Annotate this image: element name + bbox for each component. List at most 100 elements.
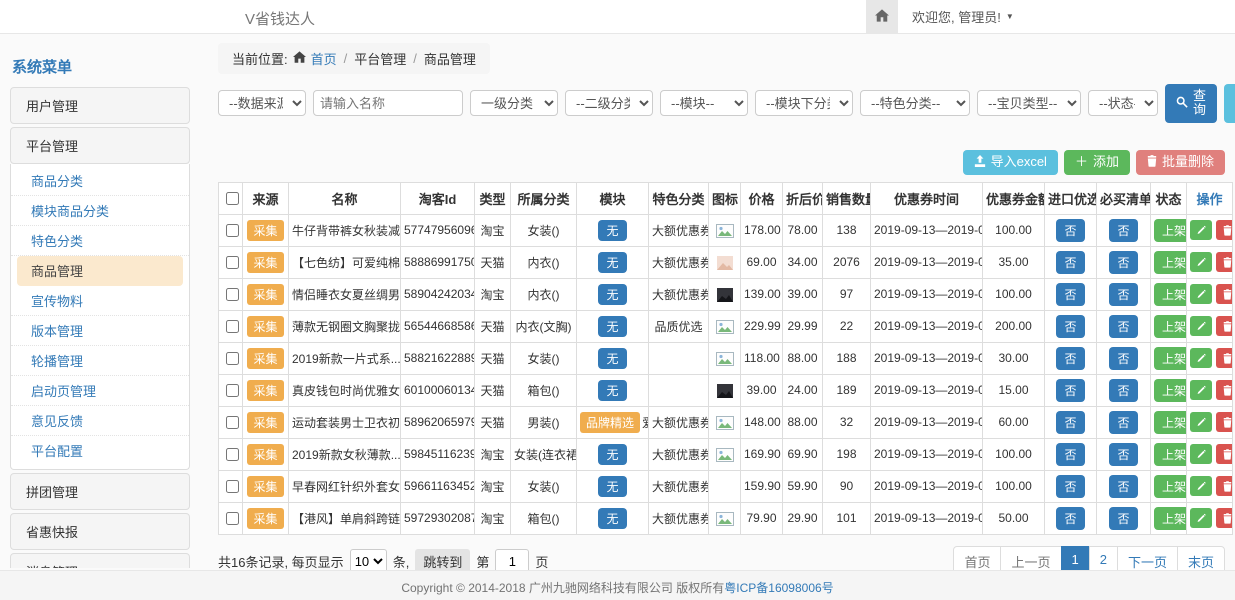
- category: 内衣(): [511, 278, 577, 310]
- must-buy-toggle[interactable]: 否: [1109, 219, 1137, 242]
- must-buy-toggle[interactable]: 否: [1109, 507, 1137, 530]
- edit-button[interactable]: [1190, 348, 1212, 368]
- filter-select-module[interactable]: --模块--: [660, 90, 748, 116]
- delete-button[interactable]: [1216, 380, 1233, 400]
- must-buy-toggle[interactable]: 否: [1109, 379, 1137, 402]
- status-toggle[interactable]: 上架: [1154, 219, 1187, 242]
- filter-select-feature-category[interactable]: --特色分类--: [860, 90, 970, 116]
- taoke-id: 601000601341: [401, 374, 475, 406]
- copyright-text: Copyright © 2014-2018 广州九驰网络科技有限公司 版权所有: [401, 581, 724, 595]
- filter-select-category-level2[interactable]: --二级分类--: [565, 90, 653, 116]
- status-toggle[interactable]: 上架: [1154, 315, 1187, 338]
- delete-button[interactable]: [1216, 444, 1233, 464]
- sidebar-item[interactable]: 特色分类: [11, 226, 189, 256]
- breadcrumb-home-link[interactable]: 首页: [311, 49, 337, 68]
- sidebar-item[interactable]: 平台配置: [11, 436, 189, 465]
- edit-button[interactable]: [1190, 220, 1212, 240]
- sidebar-group-header[interactable]: 用户管理: [10, 87, 190, 124]
- row-checkbox[interactable]: [226, 416, 239, 429]
- edit-button[interactable]: [1190, 508, 1212, 528]
- imported-toggle[interactable]: 否: [1056, 507, 1084, 530]
- status-toggle[interactable]: 上架: [1154, 347, 1187, 370]
- edit-button[interactable]: [1190, 284, 1212, 304]
- search-button[interactable]: 查询: [1165, 84, 1217, 123]
- filter-select-item-type[interactable]: --宝贝类型--: [977, 90, 1081, 116]
- sidebar-item[interactable]: 商品分类: [11, 166, 189, 196]
- select-all-checkbox[interactable]: [226, 192, 239, 205]
- row-checkbox[interactable]: [226, 480, 239, 493]
- batch-delete-button[interactable]: 批量删除: [1136, 150, 1225, 175]
- user-menu[interactable]: 欢迎您, 管理员! ▼: [898, 0, 1028, 33]
- delete-button[interactable]: [1216, 220, 1233, 240]
- shop-type: 淘宝: [475, 470, 511, 502]
- filter-input-name[interactable]: [313, 90, 463, 116]
- row-checkbox[interactable]: [226, 320, 239, 333]
- imported-toggle[interactable]: 否: [1056, 251, 1084, 274]
- status-toggle[interactable]: 上架: [1154, 283, 1187, 306]
- import-excel-button[interactable]: 导入excel: [963, 150, 1058, 175]
- imported-toggle[interactable]: 否: [1056, 347, 1084, 370]
- sidebar-item[interactable]: 版本管理: [11, 316, 189, 346]
- filter-select-data-source[interactable]: --数据来源--: [218, 90, 306, 116]
- must-buy-toggle[interactable]: 否: [1109, 251, 1137, 274]
- imported-toggle[interactable]: 否: [1056, 443, 1084, 466]
- edit-button[interactable]: [1190, 412, 1212, 432]
- sidebar-item[interactable]: 模块商品分类: [11, 196, 189, 226]
- edit-button[interactable]: [1190, 316, 1212, 336]
- delete-button[interactable]: [1216, 412, 1233, 432]
- row-checkbox[interactable]: [226, 352, 239, 365]
- sidebar-item[interactable]: 轮播管理: [11, 346, 189, 376]
- discount-price: 88.00: [783, 342, 823, 374]
- reset-button[interactable]: 重置: [1224, 84, 1235, 123]
- must-buy-toggle[interactable]: 否: [1109, 475, 1137, 498]
- sidebar-group-header[interactable]: 省惠快报: [10, 513, 190, 550]
- row-checkbox[interactable]: [226, 256, 239, 269]
- filter-select-status[interactable]: --状态--: [1088, 90, 1158, 116]
- filter-select-module-sub[interactable]: --模块下分类--: [755, 90, 853, 116]
- delete-button[interactable]: [1216, 508, 1233, 528]
- filter-select-category-level1[interactable]: 一级分类: [470, 90, 558, 116]
- row-checkbox[interactable]: [226, 384, 239, 397]
- delete-button[interactable]: [1216, 316, 1233, 336]
- must-buy-toggle[interactable]: 否: [1109, 411, 1137, 434]
- delete-button[interactable]: [1216, 252, 1233, 272]
- must-buy-toggle[interactable]: 否: [1109, 315, 1137, 338]
- sidebar-item[interactable]: 商品管理: [17, 256, 183, 286]
- imported-toggle[interactable]: 否: [1056, 283, 1084, 306]
- must-buy-toggle[interactable]: 否: [1109, 443, 1137, 466]
- sidebar-group-header[interactable]: 消息管理: [10, 553, 190, 568]
- home-button[interactable]: [866, 0, 898, 33]
- edit-button[interactable]: [1190, 444, 1212, 464]
- row-checkbox[interactable]: [226, 512, 239, 525]
- status-toggle[interactable]: 上架: [1154, 507, 1187, 530]
- imported-toggle[interactable]: 否: [1056, 411, 1084, 434]
- row-checkbox[interactable]: [226, 224, 239, 237]
- delete-button[interactable]: [1216, 476, 1233, 496]
- add-button[interactable]: ＋ 添加: [1064, 150, 1130, 175]
- must-buy-toggle[interactable]: 否: [1109, 283, 1137, 306]
- edit-button[interactable]: [1190, 252, 1212, 272]
- sidebar-item[interactable]: 意见反馈: [11, 406, 189, 436]
- row-checkbox[interactable]: [226, 448, 239, 461]
- row-checkbox[interactable]: [226, 288, 239, 301]
- imported-toggle[interactable]: 否: [1056, 219, 1084, 242]
- status-toggle[interactable]: 上架: [1154, 251, 1187, 274]
- delete-button[interactable]: [1216, 348, 1233, 368]
- sidebar-group-header[interactable]: 平台管理: [10, 127, 190, 164]
- edit-button[interactable]: [1190, 380, 1212, 400]
- status-toggle[interactable]: 上架: [1154, 411, 1187, 434]
- plus-icon: ＋: [1075, 155, 1088, 169]
- must-buy-toggle[interactable]: 否: [1109, 347, 1137, 370]
- sidebar-item[interactable]: 宣传物料: [11, 286, 189, 316]
- imported-toggle[interactable]: 否: [1056, 315, 1084, 338]
- delete-button[interactable]: [1216, 284, 1233, 304]
- imported-toggle[interactable]: 否: [1056, 475, 1084, 498]
- sidebar-item[interactable]: 启动页管理: [11, 376, 189, 406]
- sidebar-group-header[interactable]: 拼团管理: [10, 473, 190, 510]
- imported-toggle[interactable]: 否: [1056, 379, 1084, 402]
- status-toggle[interactable]: 上架: [1154, 379, 1187, 402]
- status-toggle[interactable]: 上架: [1154, 475, 1187, 498]
- icp-link[interactable]: 粤ICP备16098006号: [724, 581, 833, 595]
- status-toggle[interactable]: 上架: [1154, 443, 1187, 466]
- edit-button[interactable]: [1190, 476, 1212, 496]
